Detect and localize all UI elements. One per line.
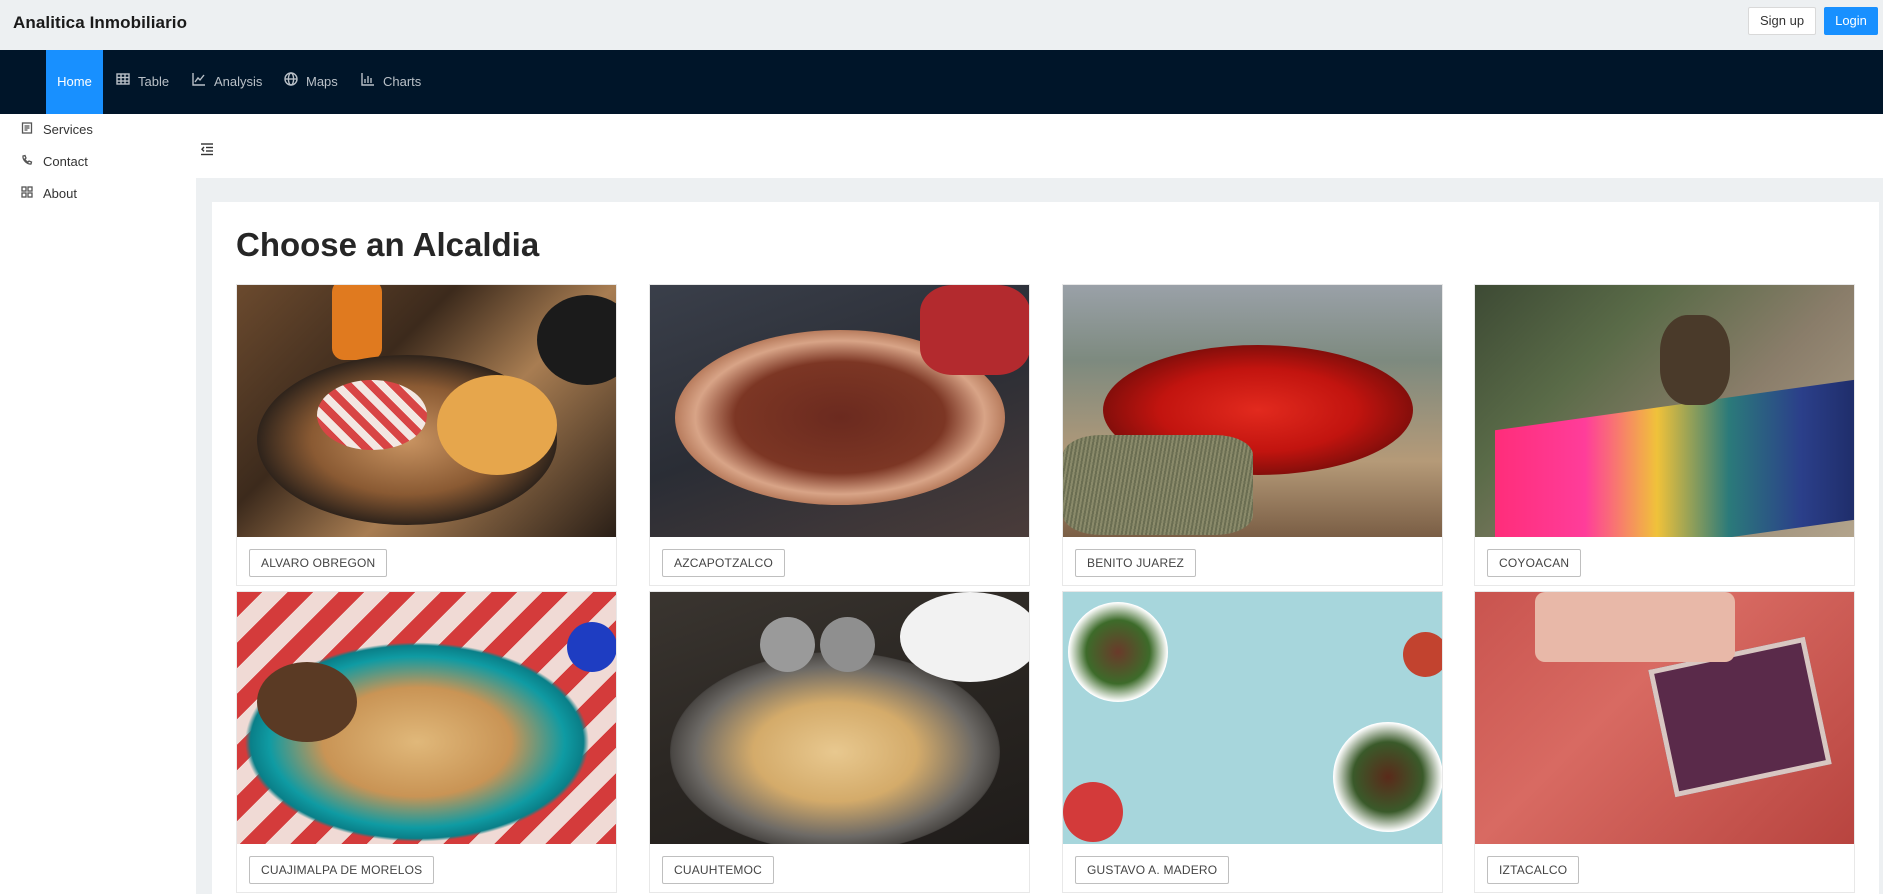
content-header (196, 114, 1883, 178)
bar-chart-icon (361, 50, 375, 114)
alcaldia-label: COYOACAN (1487, 549, 1582, 577)
alcaldia-card-cuauhtemoc[interactable]: CUAUHTEMOC (649, 591, 1030, 893)
alcaldia-card-benito-juarez[interactable]: BENITO JUAREZ (1062, 284, 1443, 586)
nav-table-label: Table (138, 74, 170, 89)
signup-button[interactable]: Sign up (1748, 7, 1816, 35)
alcaldia-label: GUSTAVO A. MADERO (1075, 856, 1230, 884)
red-chilies-image (1063, 285, 1442, 537)
line-chart-icon (192, 50, 206, 114)
sidebar-item-about[interactable]: About (21, 183, 77, 203)
tacos-plate-image (237, 592, 616, 844)
page-title: Choose an Alcaldia (236, 226, 540, 263)
salad-bowls-image (1063, 592, 1442, 844)
nav-table[interactable]: Table (116, 50, 169, 114)
alcaldia-label: IZTACALCO (1487, 856, 1580, 884)
top-header: Analitica Inmobiliario Sign up Login (0, 0, 1883, 50)
nav-home-label: Home (57, 74, 92, 89)
nav-charts[interactable]: Charts (361, 50, 421, 114)
street-tacos-image (650, 592, 1029, 844)
sidebar-item-label: About (43, 185, 77, 201)
alcaldia-label: BENITO JUAREZ (1075, 549, 1197, 577)
side-menu (0, 114, 196, 894)
alcaldia-label: ALVARO OBREGON (249, 549, 388, 577)
alcaldia-card-azcapotzalco[interactable]: AZCAPOTZALCO (649, 284, 1030, 586)
nav-home[interactable]: Home (46, 50, 103, 114)
sidebar-item-contact[interactable]: Contact (21, 151, 88, 171)
alcaldia-card-alvaro-obregon[interactable]: ALVARO OBREGON (236, 284, 617, 586)
plaza-sign-image (1475, 592, 1854, 844)
globe-icon (284, 50, 298, 114)
nav-analysis[interactable]: Analysis (192, 50, 262, 114)
login-button[interactable]: Login (1824, 7, 1878, 35)
menu-fold-icon[interactable] (200, 142, 214, 156)
sidebar-item-label: Services (43, 121, 93, 137)
main-nav: Home Table Analysis Maps Charts (0, 50, 1883, 114)
alcaldia-label: CUAUHTEMOC (662, 856, 774, 884)
nav-maps[interactable]: Maps (284, 50, 338, 114)
alcaldia-card-iztacalco[interactable]: IZTACALCO (1474, 591, 1855, 893)
grid-icon (21, 185, 33, 201)
colorful-tablecloth-image (1475, 285, 1854, 537)
brand-title: Analitica Inmobiliario (13, 13, 188, 32)
alcaldia-card-coyoacan[interactable]: COYOACAN (1474, 284, 1855, 586)
sidebar-item-label: Contact (43, 153, 88, 169)
phone-icon (21, 154, 33, 169)
sidebar-item-services[interactable]: Services (21, 119, 93, 139)
nav-analysis-label: Analysis (214, 74, 263, 89)
chili-bowl-image (650, 285, 1029, 537)
file-list-icon (21, 121, 33, 137)
alcaldia-label: AZCAPOTZALCO (662, 549, 786, 577)
alcaldia-card-cuajimalpa-de-morelos[interactable]: CUAJIMALPA DE MORELOS (236, 591, 617, 893)
nav-charts-label: Charts (383, 74, 422, 89)
alcaldia-card-gustavo-a-madero[interactable]: GUSTAVO A. MADERO (1062, 591, 1443, 893)
table-icon (116, 50, 130, 114)
alcaldia-label: CUAJIMALPA DE MORELOS (249, 856, 435, 884)
tacos-basket-image (237, 285, 616, 537)
nav-maps-label: Maps (306, 74, 338, 89)
